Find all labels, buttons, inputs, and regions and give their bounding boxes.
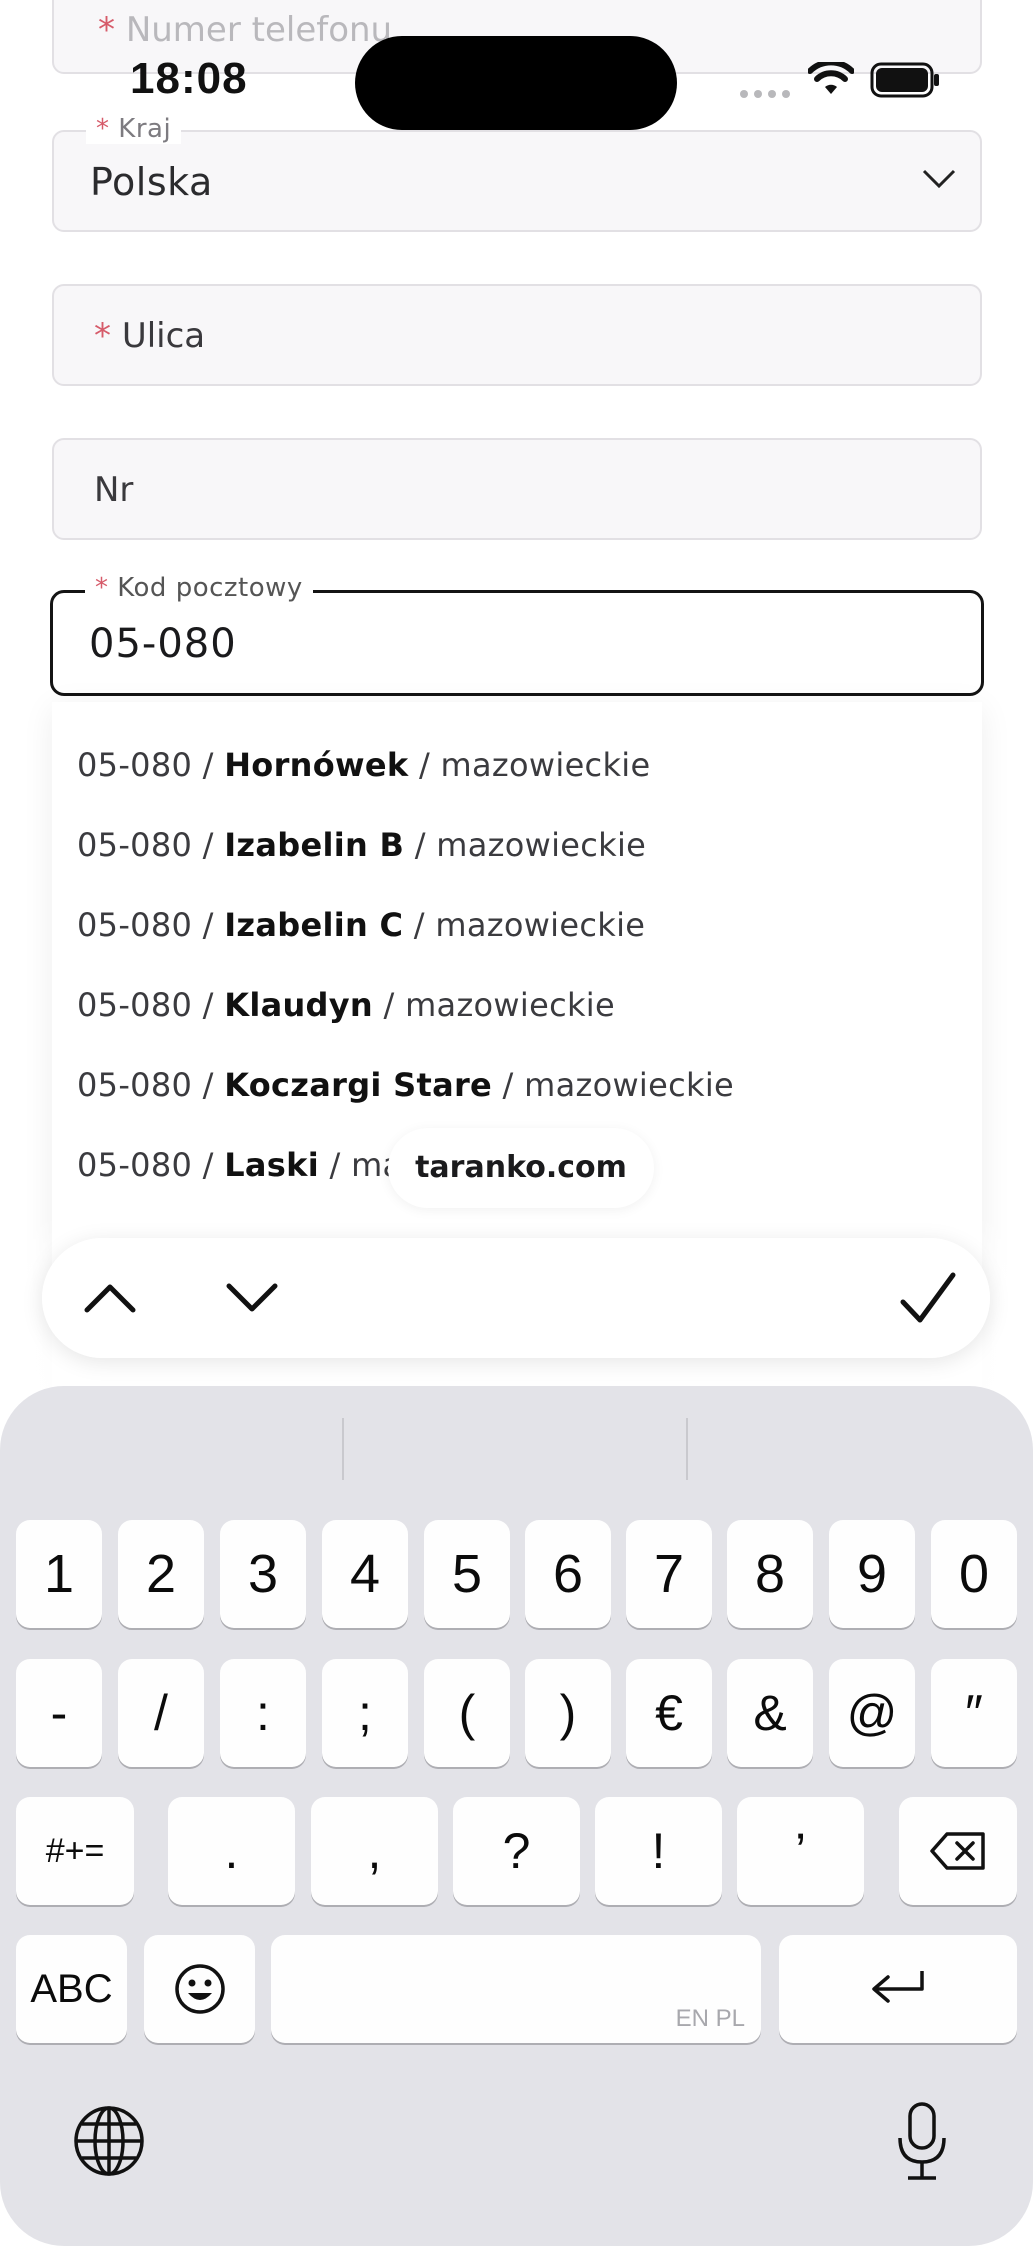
suggestion-item[interactable]: 05-080 / Klaudyn / mazowieckie bbox=[77, 986, 615, 1024]
key-ampersand[interactable]: & bbox=[727, 1659, 813, 1767]
battery-icon bbox=[870, 62, 939, 98]
house-number-field[interactable]: Nr bbox=[52, 438, 982, 540]
key-exclamation[interactable]: ! bbox=[595, 1797, 722, 1905]
postal-code-label: * Kod pocztowy bbox=[85, 573, 313, 603]
previous-field-button[interactable] bbox=[72, 1260, 148, 1336]
chevron-down-icon bbox=[226, 1283, 278, 1312]
suggestion-item[interactable]: 05-080 / Hornówek / mazowieckie bbox=[77, 746, 650, 784]
key-semicolon[interactable]: ; bbox=[322, 1659, 408, 1767]
key-right-paren[interactable]: ) bbox=[525, 1659, 611, 1767]
suggestion-item[interactable]: 05-080 / Izabelin B / mazowieckie bbox=[77, 826, 646, 864]
chevron-up-icon bbox=[84, 1284, 136, 1313]
return-key[interactable] bbox=[779, 1935, 1017, 2043]
backspace-key[interactable] bbox=[899, 1797, 1017, 1905]
postal-code-value: 05-080 bbox=[89, 621, 237, 667]
key-1[interactable]: 1 bbox=[16, 1520, 102, 1628]
street-field[interactable]: * Ulica bbox=[52, 284, 982, 386]
checkmark-icon bbox=[900, 1272, 956, 1323]
dynamic-island bbox=[355, 36, 677, 130]
globe-icon[interactable] bbox=[72, 2104, 146, 2178]
key-8[interactable]: 8 bbox=[727, 1520, 813, 1628]
key-hyphen[interactable]: - bbox=[16, 1659, 102, 1767]
key-5[interactable]: 5 bbox=[424, 1520, 510, 1628]
emoji-key[interactable] bbox=[144, 1935, 255, 2043]
key-more-symbols[interactable]: #+= bbox=[16, 1797, 134, 1905]
space-key[interactable]: EN PL bbox=[271, 1935, 761, 2043]
key-at[interactable]: @ bbox=[829, 1659, 915, 1767]
key-2[interactable]: 2 bbox=[118, 1520, 204, 1628]
country-value: Polska bbox=[90, 160, 213, 204]
keyboard-accessory-toolbar bbox=[42, 1238, 990, 1358]
signal-dots-icon bbox=[740, 90, 790, 98]
wifi-icon bbox=[808, 62, 854, 94]
key-left-paren[interactable]: ( bbox=[424, 1659, 510, 1767]
key-3[interactable]: 3 bbox=[220, 1520, 306, 1628]
return-icon bbox=[872, 1971, 924, 2003]
space-language-hint: EN PL bbox=[675, 2005, 745, 2032]
key-period[interactable]: . bbox=[168, 1797, 295, 1905]
key-4[interactable]: 4 bbox=[322, 1520, 408, 1628]
suggestion-item[interactable]: 05-080 / Koczargi Stare / mazowieckie bbox=[77, 1066, 734, 1104]
country-label: * Kraj bbox=[86, 114, 182, 144]
key-question[interactable]: ? bbox=[453, 1797, 580, 1905]
key-slash[interactable]: / bbox=[118, 1659, 204, 1767]
key-0[interactable]: 0 bbox=[931, 1520, 1017, 1628]
status-time: 18:08 bbox=[130, 54, 248, 103]
backspace-icon bbox=[930, 1832, 985, 1870]
done-button[interactable] bbox=[890, 1260, 966, 1336]
phone-field-label: * Numer telefonu bbox=[98, 10, 393, 50]
emoji-icon bbox=[174, 1964, 225, 2014]
key-comma[interactable]: , bbox=[311, 1797, 438, 1905]
key-6[interactable]: 6 bbox=[525, 1520, 611, 1628]
abc-key[interactable]: ABC bbox=[16, 1935, 127, 2043]
key-9[interactable]: 9 bbox=[829, 1520, 915, 1628]
key-euro[interactable]: € bbox=[626, 1659, 712, 1767]
key-colon[interactable]: : bbox=[220, 1659, 306, 1767]
street-placeholder: * Ulica bbox=[94, 316, 206, 356]
predictive-divider bbox=[686, 1418, 688, 1480]
country-select[interactable]: * Kraj Polska bbox=[52, 114, 982, 232]
microphone-icon[interactable] bbox=[894, 2100, 950, 2184]
postal-code-field[interactable]: * Kod pocztowy 05-080 bbox=[50, 573, 984, 696]
suggestion-item[interactable]: 05-080 / Izabelin C / mazowieckie bbox=[77, 906, 645, 944]
next-field-button[interactable] bbox=[214, 1260, 290, 1336]
key-quote[interactable]: ″ bbox=[931, 1659, 1017, 1767]
predictive-divider bbox=[342, 1418, 344, 1480]
browser-url-pill[interactable]: taranko.com bbox=[388, 1128, 654, 1208]
chevron-down-icon bbox=[922, 169, 956, 189]
key-7[interactable]: 7 bbox=[626, 1520, 712, 1628]
key-apostrophe[interactable]: ’ bbox=[737, 1797, 864, 1905]
house-number-placeholder: Nr bbox=[94, 470, 134, 510]
